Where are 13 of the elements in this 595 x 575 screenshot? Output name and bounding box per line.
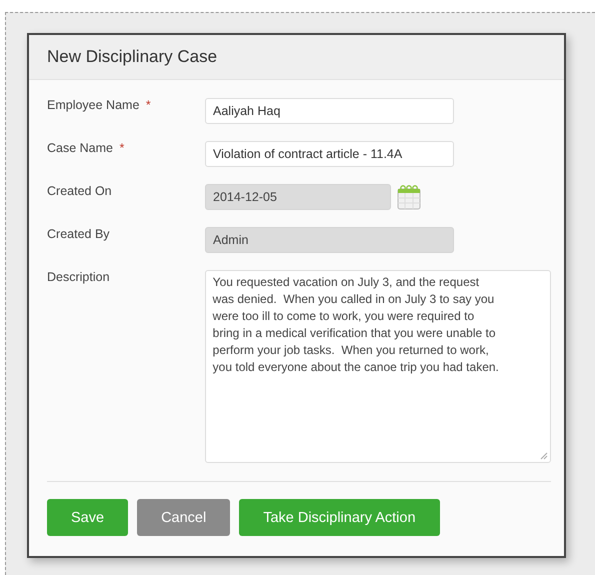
dialog-title: New Disciplinary Case	[47, 47, 218, 67]
text-field[interactable]: Aaliyah Haq	[205, 98, 454, 124]
required-mark: *	[119, 141, 124, 155]
field-label: Created On	[47, 184, 112, 198]
field-label: Description	[47, 270, 110, 284]
resize-grip-icon[interactable]	[540, 452, 548, 460]
field-label: Case Name	[47, 141, 113, 155]
description-textarea[interactable]: You requested vacation on July 3, and the request was denied. When you called in on July 3 to say you were too ill to come to work, you were required to bring in a medical verification that you were unable to perform your job tasks. When you returned to work, you told everyone about the canoe trip you had taken.	[204, 270, 551, 463]
text-field[interactable]: Violation of contract article - 11.4A	[205, 141, 454, 167]
required-mark: *	[146, 98, 151, 112]
field-label: Employee Name	[47, 98, 140, 112]
calendar-icon[interactable]	[397, 184, 421, 210]
field-label: Created By	[47, 227, 110, 241]
